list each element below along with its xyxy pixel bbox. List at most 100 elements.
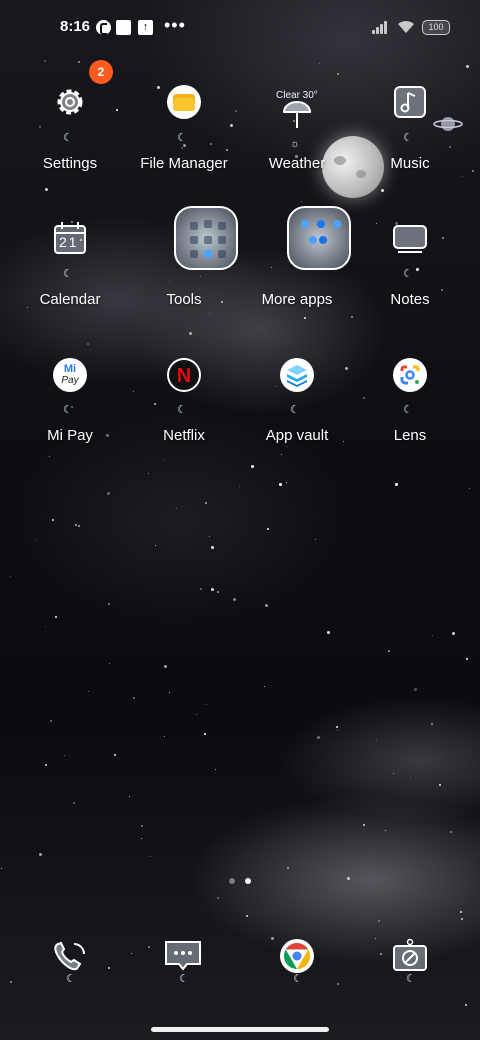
app-settings[interactable]: ☾ Settings xyxy=(14,78,126,172)
home-gesture-bar[interactable] xyxy=(151,1027,329,1032)
star xyxy=(39,852,43,856)
star xyxy=(204,732,207,735)
star xyxy=(164,735,166,737)
star xyxy=(217,897,220,900)
star xyxy=(10,981,13,984)
star xyxy=(196,713,198,715)
app-label: File Manager xyxy=(140,155,228,172)
star xyxy=(413,688,417,692)
app-mi-pay[interactable]: Mi Pay ☾ Mi Pay xyxy=(14,350,126,444)
planet-icon xyxy=(433,117,463,131)
crescent-icon: ☾ xyxy=(293,973,303,985)
star xyxy=(168,691,170,693)
star xyxy=(208,535,210,537)
star xyxy=(301,200,303,202)
star xyxy=(199,588,202,591)
app-label: Music xyxy=(390,155,430,172)
more-dots-icon: ••• xyxy=(164,15,186,35)
dock-messages[interactable]: ☾ xyxy=(153,938,213,988)
star xyxy=(326,631,330,635)
app-music[interactable]: ☾ Music xyxy=(354,78,466,172)
star xyxy=(336,725,338,728)
star xyxy=(264,686,266,688)
star xyxy=(169,281,171,283)
crescent-icon: ☾ xyxy=(403,268,413,280)
notification-badge: 2 xyxy=(89,60,113,84)
folder-tools[interactable]: Tools xyxy=(128,206,240,308)
upload-icon: ↑ xyxy=(138,20,153,35)
messages-icon xyxy=(165,941,201,971)
app-app-vault[interactable]: ☾ App vault xyxy=(241,350,353,444)
star xyxy=(131,953,133,955)
mi-pay-logo-top: Mi xyxy=(63,363,77,375)
crescent-icon: ☾ xyxy=(290,404,300,416)
star xyxy=(205,703,207,705)
page-dot-2[interactable] xyxy=(245,878,251,884)
star xyxy=(337,983,340,986)
dock-phone[interactable]: ☾ xyxy=(40,938,100,988)
netflix-logo: N xyxy=(176,365,192,387)
star xyxy=(465,1004,468,1007)
star xyxy=(225,148,228,151)
status-bar: 8:16 ↑ ••• 100 xyxy=(0,14,480,42)
star xyxy=(128,795,130,797)
battery-icon: 100 xyxy=(422,20,450,35)
gear-icon xyxy=(57,89,83,115)
star xyxy=(466,64,469,68)
star xyxy=(394,482,398,486)
star xyxy=(363,824,366,827)
star xyxy=(460,917,463,920)
star xyxy=(384,829,386,831)
phone-icon xyxy=(54,941,85,971)
star xyxy=(374,938,376,940)
app-file-manager[interactable]: ☾ File Manager xyxy=(128,78,240,172)
app-netflix[interactable]: N ☾ Netflix xyxy=(128,350,240,444)
star xyxy=(132,697,135,700)
notes-icon xyxy=(393,225,427,253)
notification-c-icon xyxy=(96,20,111,35)
chrome-icon xyxy=(280,939,314,973)
star xyxy=(209,313,211,315)
star xyxy=(180,146,183,149)
app-calendar[interactable]: 21 ☾ Calendar xyxy=(14,214,126,308)
signal-icon xyxy=(372,20,390,34)
google-lens-icon xyxy=(393,358,427,392)
dock-chrome[interactable]: ☾ xyxy=(267,938,327,988)
star xyxy=(149,855,151,857)
star xyxy=(140,837,142,839)
star xyxy=(73,801,76,804)
crescent-icon: ☾ xyxy=(66,973,76,985)
star xyxy=(469,487,471,489)
app-lens[interactable]: ☾ Lens xyxy=(354,350,466,444)
dock-camera[interactable]: ☾ xyxy=(380,938,440,988)
star xyxy=(45,763,48,766)
star xyxy=(44,188,48,192)
star xyxy=(77,525,80,528)
star xyxy=(147,472,149,474)
star xyxy=(316,736,320,740)
star xyxy=(106,492,110,496)
app-label: Lens xyxy=(393,427,427,444)
folder-more-apps[interactable]: More apps xyxy=(241,206,353,308)
page-dot-1[interactable] xyxy=(229,878,235,884)
app-label: Mi Pay xyxy=(47,427,93,444)
star xyxy=(287,866,290,869)
star xyxy=(245,915,248,918)
app-weather[interactable]: Clear 30° ☼ Weather xyxy=(241,78,353,172)
star xyxy=(63,754,65,756)
star xyxy=(154,544,156,546)
star xyxy=(175,508,177,510)
star xyxy=(287,445,288,447)
star xyxy=(285,481,287,483)
star xyxy=(460,910,463,913)
star xyxy=(266,527,269,530)
app-notes[interactable]: ☾ Notes xyxy=(354,214,466,308)
star xyxy=(233,598,237,602)
star xyxy=(409,777,411,779)
netflix-icon: N xyxy=(167,358,201,392)
folder-tools-icon xyxy=(174,206,238,270)
star xyxy=(465,657,468,660)
star xyxy=(163,460,165,462)
star xyxy=(1,867,3,869)
star xyxy=(107,602,110,605)
